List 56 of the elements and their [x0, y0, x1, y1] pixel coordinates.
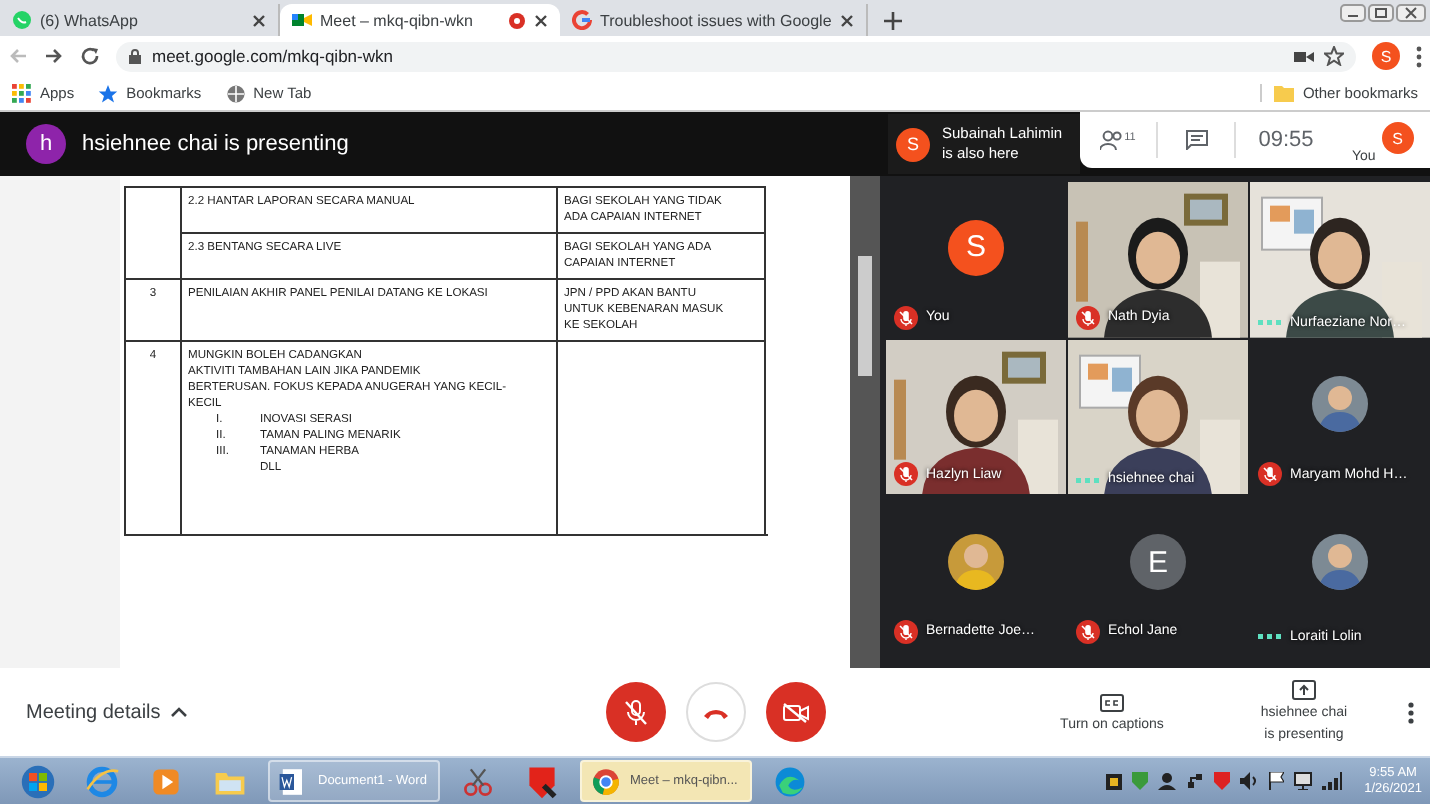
participant-avatar: E — [1130, 534, 1186, 591]
flag-icon[interactable] — [1268, 772, 1285, 790]
more-vertical-icon[interactable] — [1416, 45, 1422, 67]
speaker-icon[interactable] — [1240, 772, 1259, 790]
close-icon[interactable] — [839, 13, 854, 27]
tray-figure-icon[interactable] — [1158, 772, 1177, 790]
minimize-icon[interactable] — [1340, 4, 1366, 22]
close-icon[interactable] — [252, 13, 266, 27]
video-camera-icon[interactable] — [1294, 49, 1314, 63]
signal-bars-icon[interactable] — [1322, 772, 1343, 790]
star-icon — [98, 83, 119, 103]
multicolor-ring-icon — [572, 10, 592, 30]
mic-off-icon — [624, 699, 648, 725]
tray-square-icon[interactable] — [1106, 773, 1123, 789]
url-text: meet.google.com/mkq-qibn-wkn — [152, 46, 395, 66]
scrollbar[interactable] — [850, 176, 880, 668]
people-icon — [1100, 130, 1125, 150]
more-vertical-icon[interactable] — [1408, 701, 1414, 723]
monitor-icon[interactable] — [1294, 772, 1313, 790]
chat-bubble-icon — [12, 10, 32, 30]
present-screen-icon — [1292, 680, 1316, 700]
star-outline-icon[interactable] — [1324, 46, 1344, 66]
media-player-icon[interactable] — [148, 763, 184, 799]
app-grid-icon — [12, 83, 32, 103]
browser-tab[interactable]: Meet – mkq-qibn-wkn — [280, 4, 560, 36]
captions-icon — [1100, 693, 1124, 711]
camera-off-icon — [782, 701, 810, 723]
phone-icon — [702, 705, 730, 719]
folder-icon — [1274, 84, 1295, 102]
address-bar[interactable]: meet.google.com/mkq-qibn-wkn — [116, 41, 1356, 71]
network-icon[interactable] — [1186, 772, 1205, 790]
participant-avatar: S — [896, 127, 930, 161]
meeting-details-button[interactable]: Meeting details — [26, 701, 161, 723]
start-orb-icon[interactable] — [20, 763, 56, 799]
participant-avatar: S — [948, 219, 1004, 276]
reload-icon[interactable] — [80, 46, 100, 66]
chat-icon[interactable] — [1185, 130, 1207, 150]
caret-icon[interactable] — [170, 706, 189, 718]
scissors-icon[interactable] — [460, 763, 496, 799]
microphone-button[interactable] — [606, 682, 666, 742]
clock-text: 09:55 — [1256, 128, 1316, 152]
video-camera-icon — [292, 10, 312, 30]
close-icon[interactable] — [534, 13, 548, 27]
self-avatar: S — [1381, 122, 1414, 154]
presenting-text: hsiehnee chai is presenting — [82, 132, 349, 156]
restore-icon[interactable] — [1368, 4, 1394, 22]
close-icon[interactable] — [1396, 4, 1426, 22]
lock-icon — [128, 48, 142, 64]
presenter-avatar: h — [26, 124, 66, 164]
plus-icon[interactable] — [883, 12, 902, 30]
globe-icon — [225, 83, 246, 103]
forward-arrow-icon[interactable] — [44, 46, 64, 66]
hang-up-button[interactable] — [686, 682, 746, 742]
tricolor-circle-icon — [590, 765, 622, 797]
camera-button[interactable] — [766, 682, 826, 742]
shield-icon[interactable] — [524, 763, 560, 799]
